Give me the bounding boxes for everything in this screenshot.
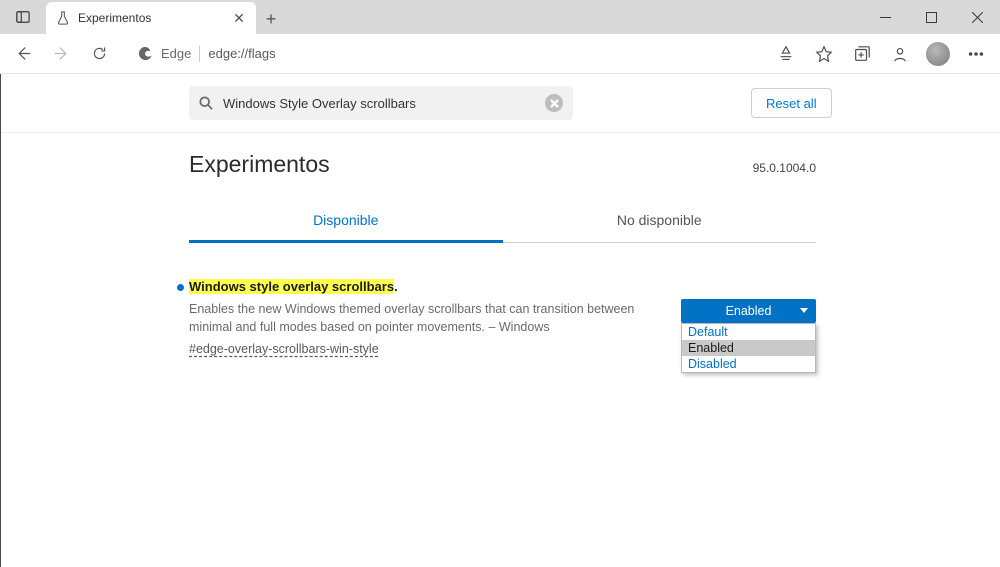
edge-logo-icon — [137, 46, 153, 62]
flags-search-box[interactable] — [189, 86, 573, 120]
tab-unavailable[interactable]: No disponible — [503, 202, 817, 242]
page-header: Reset all — [1, 74, 1000, 133]
flag-select: Enabled Default Enabled Disabled — [681, 299, 816, 373]
new-tab-button[interactable]: + — [256, 4, 286, 34]
page-title: Experimentos — [189, 151, 330, 178]
flag-option-default[interactable]: Default — [682, 324, 815, 340]
modified-indicator-icon — [177, 284, 184, 291]
nav-back-button[interactable] — [6, 38, 40, 70]
address-separator — [199, 46, 200, 62]
window-titlebar: Experimentos ✕ + — [0, 0, 1000, 34]
account-icon[interactable] — [882, 38, 918, 70]
search-icon — [199, 96, 213, 110]
tab-actions-button[interactable] — [0, 0, 46, 34]
page-content: Reset all Experimentos 95.0.1004.0 Dispo… — [0, 74, 1000, 567]
close-icon — [550, 99, 559, 108]
nav-refresh-button[interactable] — [82, 38, 116, 70]
window-minimize-button[interactable] — [862, 0, 908, 34]
flag-option-disabled[interactable]: Disabled — [682, 356, 815, 372]
tab-close-button[interactable]: ✕ — [230, 9, 248, 27]
window-maximize-button[interactable] — [908, 0, 954, 34]
collections-icon[interactable] — [844, 38, 880, 70]
flag-id-link[interactable]: #edge-overlay-scrollbars-win-style — [189, 342, 379, 356]
tab-title: Experimentos — [78, 11, 222, 25]
flag-option-enabled[interactable]: Enabled — [682, 340, 815, 356]
flask-icon — [56, 11, 70, 25]
tab-available[interactable]: Disponible — [189, 202, 503, 243]
flag-description: Enables the new Windows themed overlay s… — [189, 300, 649, 336]
version-label: 95.0.1004.0 — [753, 161, 816, 175]
browser-tab[interactable]: Experimentos ✕ — [46, 2, 256, 34]
address-text: Edge edge://flags — [161, 46, 276, 62]
flag-item: Windows style overlay scrollbars. Enable… — [189, 279, 816, 358]
flags-search-input[interactable] — [223, 96, 535, 111]
reset-all-button[interactable]: Reset all — [751, 88, 832, 118]
menu-button[interactable] — [958, 38, 994, 70]
flag-title: Windows style overlay scrollbars. — [189, 279, 816, 294]
flag-select-button[interactable]: Enabled — [681, 299, 816, 323]
tabs: Disponible No disponible — [189, 202, 816, 243]
window-close-button[interactable] — [954, 0, 1000, 34]
address-url: edge://flags — [208, 46, 275, 61]
browser-toolbar: Edge edge://flags — [0, 34, 1000, 74]
flag-title-highlight: Windows style overlay scrollbars — [189, 279, 394, 294]
address-source-label: Edge — [161, 46, 191, 61]
nav-forward-button[interactable] — [44, 38, 78, 70]
flag-title-suffix: . — [394, 279, 398, 294]
address-bar[interactable]: Edge edge://flags — [126, 39, 754, 69]
search-clear-button[interactable] — [545, 94, 563, 112]
favorites-icon[interactable] — [806, 38, 842, 70]
read-aloud-icon[interactable] — [768, 38, 804, 70]
window-controls — [862, 0, 1000, 34]
profile-avatar[interactable] — [920, 38, 956, 70]
flag-select-dropdown: Default Enabled Disabled — [681, 323, 816, 373]
